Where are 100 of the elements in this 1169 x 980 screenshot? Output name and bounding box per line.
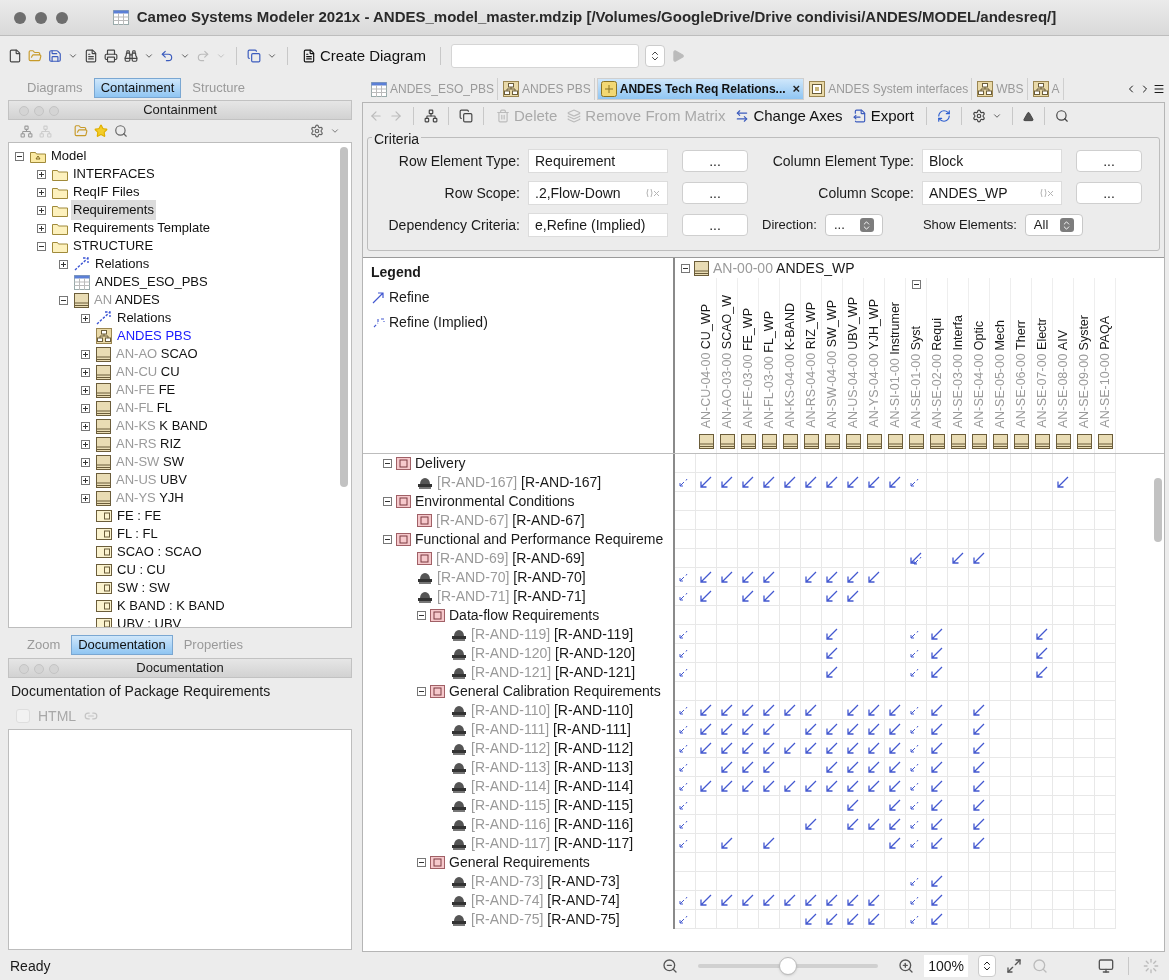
- tree-item[interactable]: Requirements: [71, 200, 156, 220]
- tree-item[interactable]: AN-AO SCAO: [114, 344, 200, 364]
- row-header[interactable]: [R-AND-74] [R-AND-74]: [471, 891, 620, 910]
- tree-item[interactable]: ANDES_ESO_PBS: [93, 272, 210, 292]
- tree-item[interactable]: ANDES PBS: [115, 326, 194, 346]
- column-header[interactable]: AN-SE-08-00 AIV: [1055, 330, 1071, 428]
- tree-item[interactable]: Relations: [93, 254, 152, 274]
- tree-item[interactable]: AN-FL FL: [114, 398, 174, 418]
- column-header[interactable]: AN-SE-02-00 Requi: [929, 317, 945, 428]
- column-header[interactable]: AN-RS-04-00 RIZ_WP: [803, 302, 819, 428]
- close-tab-button[interactable]: ×: [792, 79, 801, 99]
- browse-button[interactable]: ...: [682, 182, 748, 204]
- row-header[interactable]: [R-AND-73] [R-AND-73]: [471, 872, 620, 891]
- checkbox-label: HTML: [38, 706, 77, 726]
- text-field[interactable]: e,Refine (Implied): [528, 213, 668, 237]
- panel-title: Containment: [143, 101, 217, 120]
- tree-item[interactable]: Requirements Template: [71, 218, 213, 238]
- column-header[interactable]: AN-SE-05-00 Mech: [992, 319, 1008, 428]
- column-header[interactable]: AN-FL-03-00 FL_WP: [761, 310, 777, 428]
- browse-button[interactable]: ...: [1076, 182, 1142, 204]
- column-header[interactable]: AN-AO-03-00 SCAO_W: [719, 294, 735, 428]
- row-header[interactable]: [R-AND-112] [R-AND-112]: [471, 739, 634, 758]
- browse-button[interactable]: ...: [682, 214, 748, 236]
- tree-item[interactable]: SW : SW: [115, 578, 172, 598]
- column-header[interactable]: AN-SE-07-00 Electr: [1034, 318, 1050, 428]
- field-label: Row Scope:: [443, 183, 521, 203]
- create-diagram-button[interactable]: Create Diagram: [298, 44, 430, 68]
- row-group-label[interactable]: Environmental Conditions: [415, 492, 575, 511]
- column-header[interactable]: AN-YS-04-00 YJH_WP: [866, 299, 882, 428]
- toolbar-button[interactable]: Change Axes: [733, 104, 845, 128]
- column-header[interactable]: AN-FE-03-00 FE_WP: [740, 307, 756, 428]
- browse-button[interactable]: ...: [1076, 150, 1142, 172]
- row-group-label[interactable]: Delivery: [415, 454, 466, 473]
- text-field[interactable]: Requirement: [528, 149, 668, 173]
- panel-tab[interactable]: Containment: [93, 78, 182, 98]
- row-header[interactable]: [R-AND-67] [R-AND-67]: [436, 511, 585, 530]
- row-header[interactable]: [R-AND-116] [R-AND-116]: [471, 815, 634, 834]
- tree-item[interactable]: AN-FE FE: [114, 380, 178, 400]
- row-header[interactable]: [R-AND-167] [R-AND-167]: [437, 473, 602, 492]
- tree-item[interactable]: K BAND : K BAND: [115, 596, 227, 616]
- tree-item[interactable]: SCAO : SCAO: [115, 542, 204, 562]
- field-label: Column Scope:: [817, 183, 915, 203]
- row-group-label[interactable]: General Calibration Requirements: [449, 682, 661, 701]
- text-field[interactable]: ANDES_WP: [922, 181, 1062, 205]
- column-header[interactable]: AN-SE-04-00 Optic: [971, 321, 987, 428]
- column-header[interactable]: AN-SE-01-00 Syst: [908, 325, 924, 428]
- legend-label: Refine (Implied): [389, 313, 488, 332]
- panel-title: Documentation: [136, 659, 224, 678]
- row-header[interactable]: [R-AND-113] [R-AND-113]: [471, 758, 634, 777]
- row-group-label[interactable]: Data-flow Requirements: [449, 606, 600, 625]
- tree-item[interactable]: AN-RS RIZ: [114, 434, 184, 454]
- column-header[interactable]: AN-US-04-00 UBV_WP: [845, 296, 861, 428]
- row-header[interactable]: [R-AND-115] [R-AND-115]: [471, 796, 634, 815]
- column-header[interactable]: AN-CU-04-00 CU_WP: [698, 303, 714, 428]
- tree-item[interactable]: AN-CU CU: [114, 362, 182, 382]
- row-header[interactable]: [R-AND-75] [R-AND-75]: [471, 910, 620, 929]
- tree-item[interactable]: ReqIF Files: [71, 182, 142, 202]
- row-header[interactable]: [R-AND-119] [R-AND-119]: [471, 625, 634, 644]
- documentation-heading: Documentation of Package Requirements: [10, 682, 272, 701]
- select-field[interactable]: All: [1024, 214, 1083, 236]
- column-header[interactable]: AN-SI-01-00 Instrumer: [887, 302, 903, 428]
- row-header[interactable]: [R-AND-117] [R-AND-117]: [471, 834, 634, 853]
- column-header[interactable]: AN-SE-10-00 PAQA: [1097, 316, 1113, 428]
- tree-item[interactable]: STRUCTURE: [71, 236, 156, 256]
- row-header[interactable]: [R-AND-121] [R-AND-121]: [471, 663, 636, 682]
- panel-tab[interactable]: Documentation: [71, 635, 173, 655]
- tree-item[interactable]: Relations: [115, 308, 174, 328]
- tree-item[interactable]: INTERFACES: [71, 164, 157, 184]
- tree-item[interactable]: Model: [49, 146, 89, 166]
- text-field[interactable]: .2,Flow-Down: [528, 181, 668, 205]
- column-header[interactable]: AN-SE-06-00 Therr: [1013, 320, 1029, 428]
- tree-item[interactable]: FL : FL: [115, 524, 160, 544]
- row-header[interactable]: [R-AND-70] [R-AND-70]: [437, 568, 586, 587]
- select-field[interactable]: ...: [824, 214, 883, 236]
- browse-button[interactable]: ...: [682, 150, 748, 172]
- tree-item[interactable]: AN-SW SW: [114, 452, 186, 472]
- row-group-label[interactable]: Functional and Performance Requireme: [415, 530, 664, 549]
- column-header[interactable]: AN-KS-04-00 K-BAND: [782, 302, 798, 428]
- column-group-header: AN-00-00 ANDES_WP: [713, 258, 855, 278]
- column-header[interactable]: AN-SE-09-00 Syster: [1076, 314, 1092, 428]
- row-header[interactable]: [R-AND-110] [R-AND-110]: [471, 701, 634, 720]
- toolbar-button[interactable]: Export: [850, 104, 916, 128]
- field-label: Show Elements:: [922, 216, 1017, 235]
- tree-item[interactable]: FE : FE: [115, 506, 164, 526]
- tree-item[interactable]: AN-US UBV: [114, 470, 189, 490]
- row-header[interactable]: [R-AND-114] [R-AND-114]: [471, 777, 634, 796]
- row-group-label[interactable]: General Requirements: [449, 853, 590, 872]
- editor-tab[interactable]: ANDES Tech Req Relations... ×: [596, 78, 805, 100]
- row-header[interactable]: [R-AND-120] [R-AND-120]: [471, 644, 636, 663]
- row-header[interactable]: [R-AND-111] [R-AND-111]: [471, 720, 631, 739]
- tree-item[interactable]: AN-KS K BAND: [114, 416, 210, 436]
- column-header[interactable]: AN-SW-04-00 SW_WP: [824, 299, 840, 428]
- text-field[interactable]: Block: [922, 149, 1062, 173]
- tree-item[interactable]: AN-YS YJH: [114, 488, 186, 508]
- zoom-field[interactable]: 100%: [924, 955, 968, 977]
- row-header[interactable]: [R-AND-71] [R-AND-71]: [437, 587, 586, 606]
- column-header[interactable]: AN-SE-03-00 Interfa: [950, 314, 966, 428]
- row-header[interactable]: [R-AND-69] [R-AND-69]: [436, 549, 585, 568]
- tree-item[interactable]: CU : CU: [115, 560, 168, 580]
- tree-item[interactable]: AN ANDES: [92, 290, 162, 310]
